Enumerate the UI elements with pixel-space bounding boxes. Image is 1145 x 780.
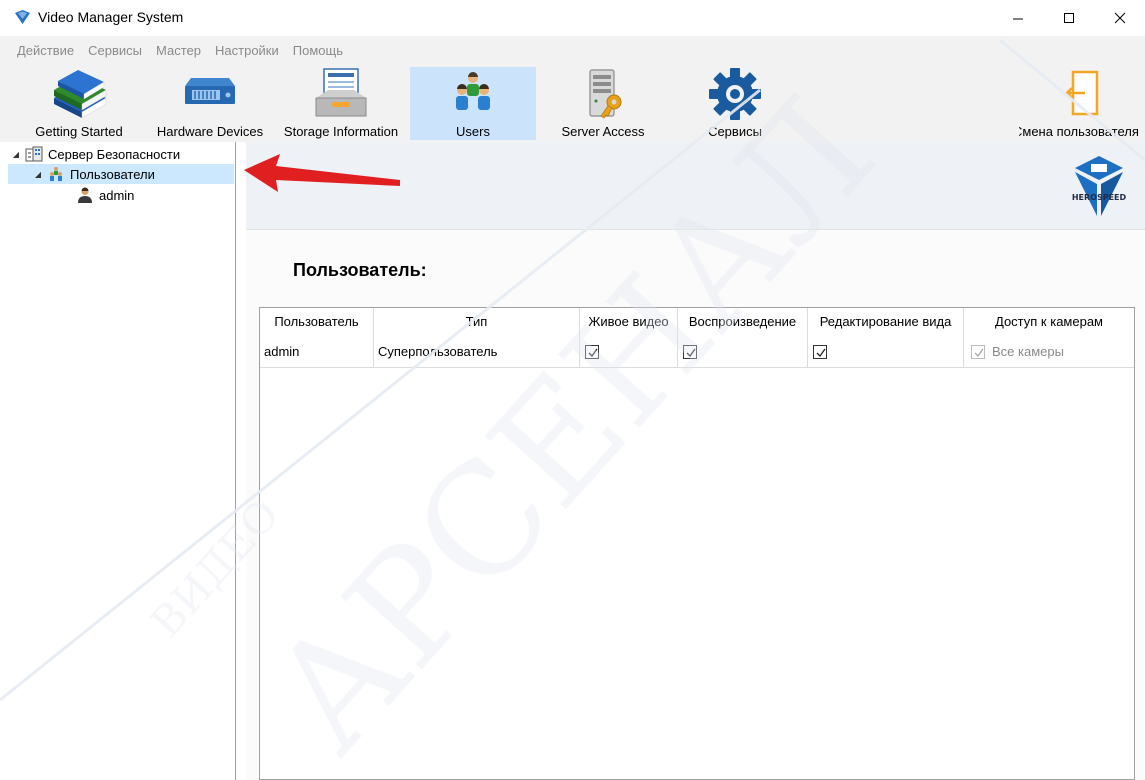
toolbar-hardware-devices[interactable]: Hardware Devices xyxy=(147,67,273,140)
toolbar-switch-user[interactable]: Смена пользователя xyxy=(1019,67,1145,140)
logo-text: HEROSPEED xyxy=(1072,193,1127,202)
minimize-icon xyxy=(1013,18,1023,20)
server-building-icon xyxy=(25,146,43,162)
app-logo-icon xyxy=(15,10,30,24)
column-header-user[interactable]: Пользователь xyxy=(260,308,374,336)
toolbar-storage-information[interactable]: Storage Information xyxy=(278,67,404,140)
toolbar-label: Смена пользователя xyxy=(1019,124,1139,139)
column-header-live-video[interactable]: Живое видео xyxy=(580,308,678,336)
main-content: HEROSPEED Пользователь: Пользователь Тип… xyxy=(246,142,1145,780)
all-cameras-checkbox xyxy=(971,344,985,359)
check-icon xyxy=(588,348,598,357)
books-icon xyxy=(54,70,107,119)
user-avatar-icon xyxy=(78,187,92,203)
title-bar: Video Manager System xyxy=(0,0,1145,36)
toolbar-label: Сервисы xyxy=(708,124,762,139)
cell-playback xyxy=(678,336,808,367)
users-group-icon xyxy=(50,167,62,181)
server-key-icon xyxy=(589,69,622,119)
minimize-button[interactable] xyxy=(995,0,1041,36)
live-video-checkbox[interactable] xyxy=(585,344,599,359)
tree-expand-icon[interactable]: ◢ xyxy=(10,150,22,159)
content-header: HEROSPEED xyxy=(246,142,1145,230)
menu-wizard[interactable]: Мастер xyxy=(149,43,208,58)
maximize-icon xyxy=(1064,13,1074,23)
column-header-playback[interactable]: Воспроизведение xyxy=(678,308,808,336)
exit-door-icon xyxy=(1065,70,1099,116)
menu-help[interactable]: Помощь xyxy=(286,43,350,58)
table-row[interactable]: admin Суперпользователь Все камеры xyxy=(260,336,1134,368)
toolbar-area: Действие Сервисы Мастер Настройки Помощь… xyxy=(0,36,1145,142)
column-header-edit-view[interactable]: Редактирование вида xyxy=(808,308,964,336)
toolbar-server-access[interactable]: Server Access xyxy=(540,67,666,140)
column-header-camera-access[interactable]: Доступ к камерам xyxy=(964,308,1134,336)
window-title: Video Manager System xyxy=(38,9,184,25)
toolbar-services[interactable]: Сервисы xyxy=(672,67,798,140)
gear-icon xyxy=(709,68,761,120)
tree-node-admin[interactable]: admin xyxy=(76,185,134,205)
menu-services[interactable]: Сервисы xyxy=(81,43,149,58)
nvr-device-icon xyxy=(185,78,235,104)
check-icon xyxy=(816,348,826,357)
menu-settings[interactable]: Настройки xyxy=(208,43,286,58)
cell-user: admin xyxy=(260,336,374,367)
cell-edit-view xyxy=(808,336,964,367)
close-button[interactable] xyxy=(1097,0,1143,36)
check-icon xyxy=(686,348,696,357)
tree-label-admin: admin xyxy=(99,187,135,203)
users-icon xyxy=(456,72,490,110)
all-cameras-label: Все камеры xyxy=(992,344,1064,359)
toolbar-label: Storage Information xyxy=(283,124,399,139)
toolbar-label: Hardware Devices xyxy=(156,124,264,139)
playback-checkbox[interactable] xyxy=(683,344,697,359)
tree-label-users: Пользователи xyxy=(70,166,155,182)
toolbar-label: Server Access xyxy=(561,124,645,139)
cell-type: Суперпользователь xyxy=(374,336,580,367)
toolbar-label: Getting Started xyxy=(35,124,123,139)
edit-view-checkbox[interactable] xyxy=(813,344,827,359)
menu-bar: Действие Сервисы Мастер Настройки Помощь xyxy=(0,36,350,64)
menu-action[interactable]: Действие xyxy=(10,43,81,58)
tree-label-security-server: Сервер Безопасности xyxy=(48,146,181,162)
cell-live-video xyxy=(580,336,678,367)
tree-expand-icon[interactable]: ◢ xyxy=(32,170,44,179)
cell-camera-access: Все камеры xyxy=(964,336,1134,367)
toolbar-getting-started[interactable]: Getting Started xyxy=(16,67,142,140)
check-icon xyxy=(974,348,984,357)
column-header-type[interactable]: Тип xyxy=(374,308,580,336)
storage-tray-icon xyxy=(315,68,367,117)
herospeed-logo: HEROSPEED xyxy=(1072,156,1127,216)
users-table: Пользователь Тип Живое видео Воспроизвед… xyxy=(259,307,1135,780)
section-title: Пользователь: xyxy=(293,260,427,280)
maximize-button[interactable] xyxy=(1046,0,1092,36)
navigation-tree: ◢ Сервер Безопасности ◢ Пользователи adm… xyxy=(0,142,236,780)
toolbar-label: Users xyxy=(456,124,490,139)
tree-node-users[interactable]: ◢ Пользователи xyxy=(8,164,234,184)
toolbar-users[interactable]: Users xyxy=(410,67,536,140)
table-header: Пользователь Тип Живое видео Воспроизвед… xyxy=(260,308,1134,336)
tree-node-security-server[interactable]: ◢ Сервер Безопасности xyxy=(10,144,180,164)
close-icon xyxy=(1114,12,1126,24)
